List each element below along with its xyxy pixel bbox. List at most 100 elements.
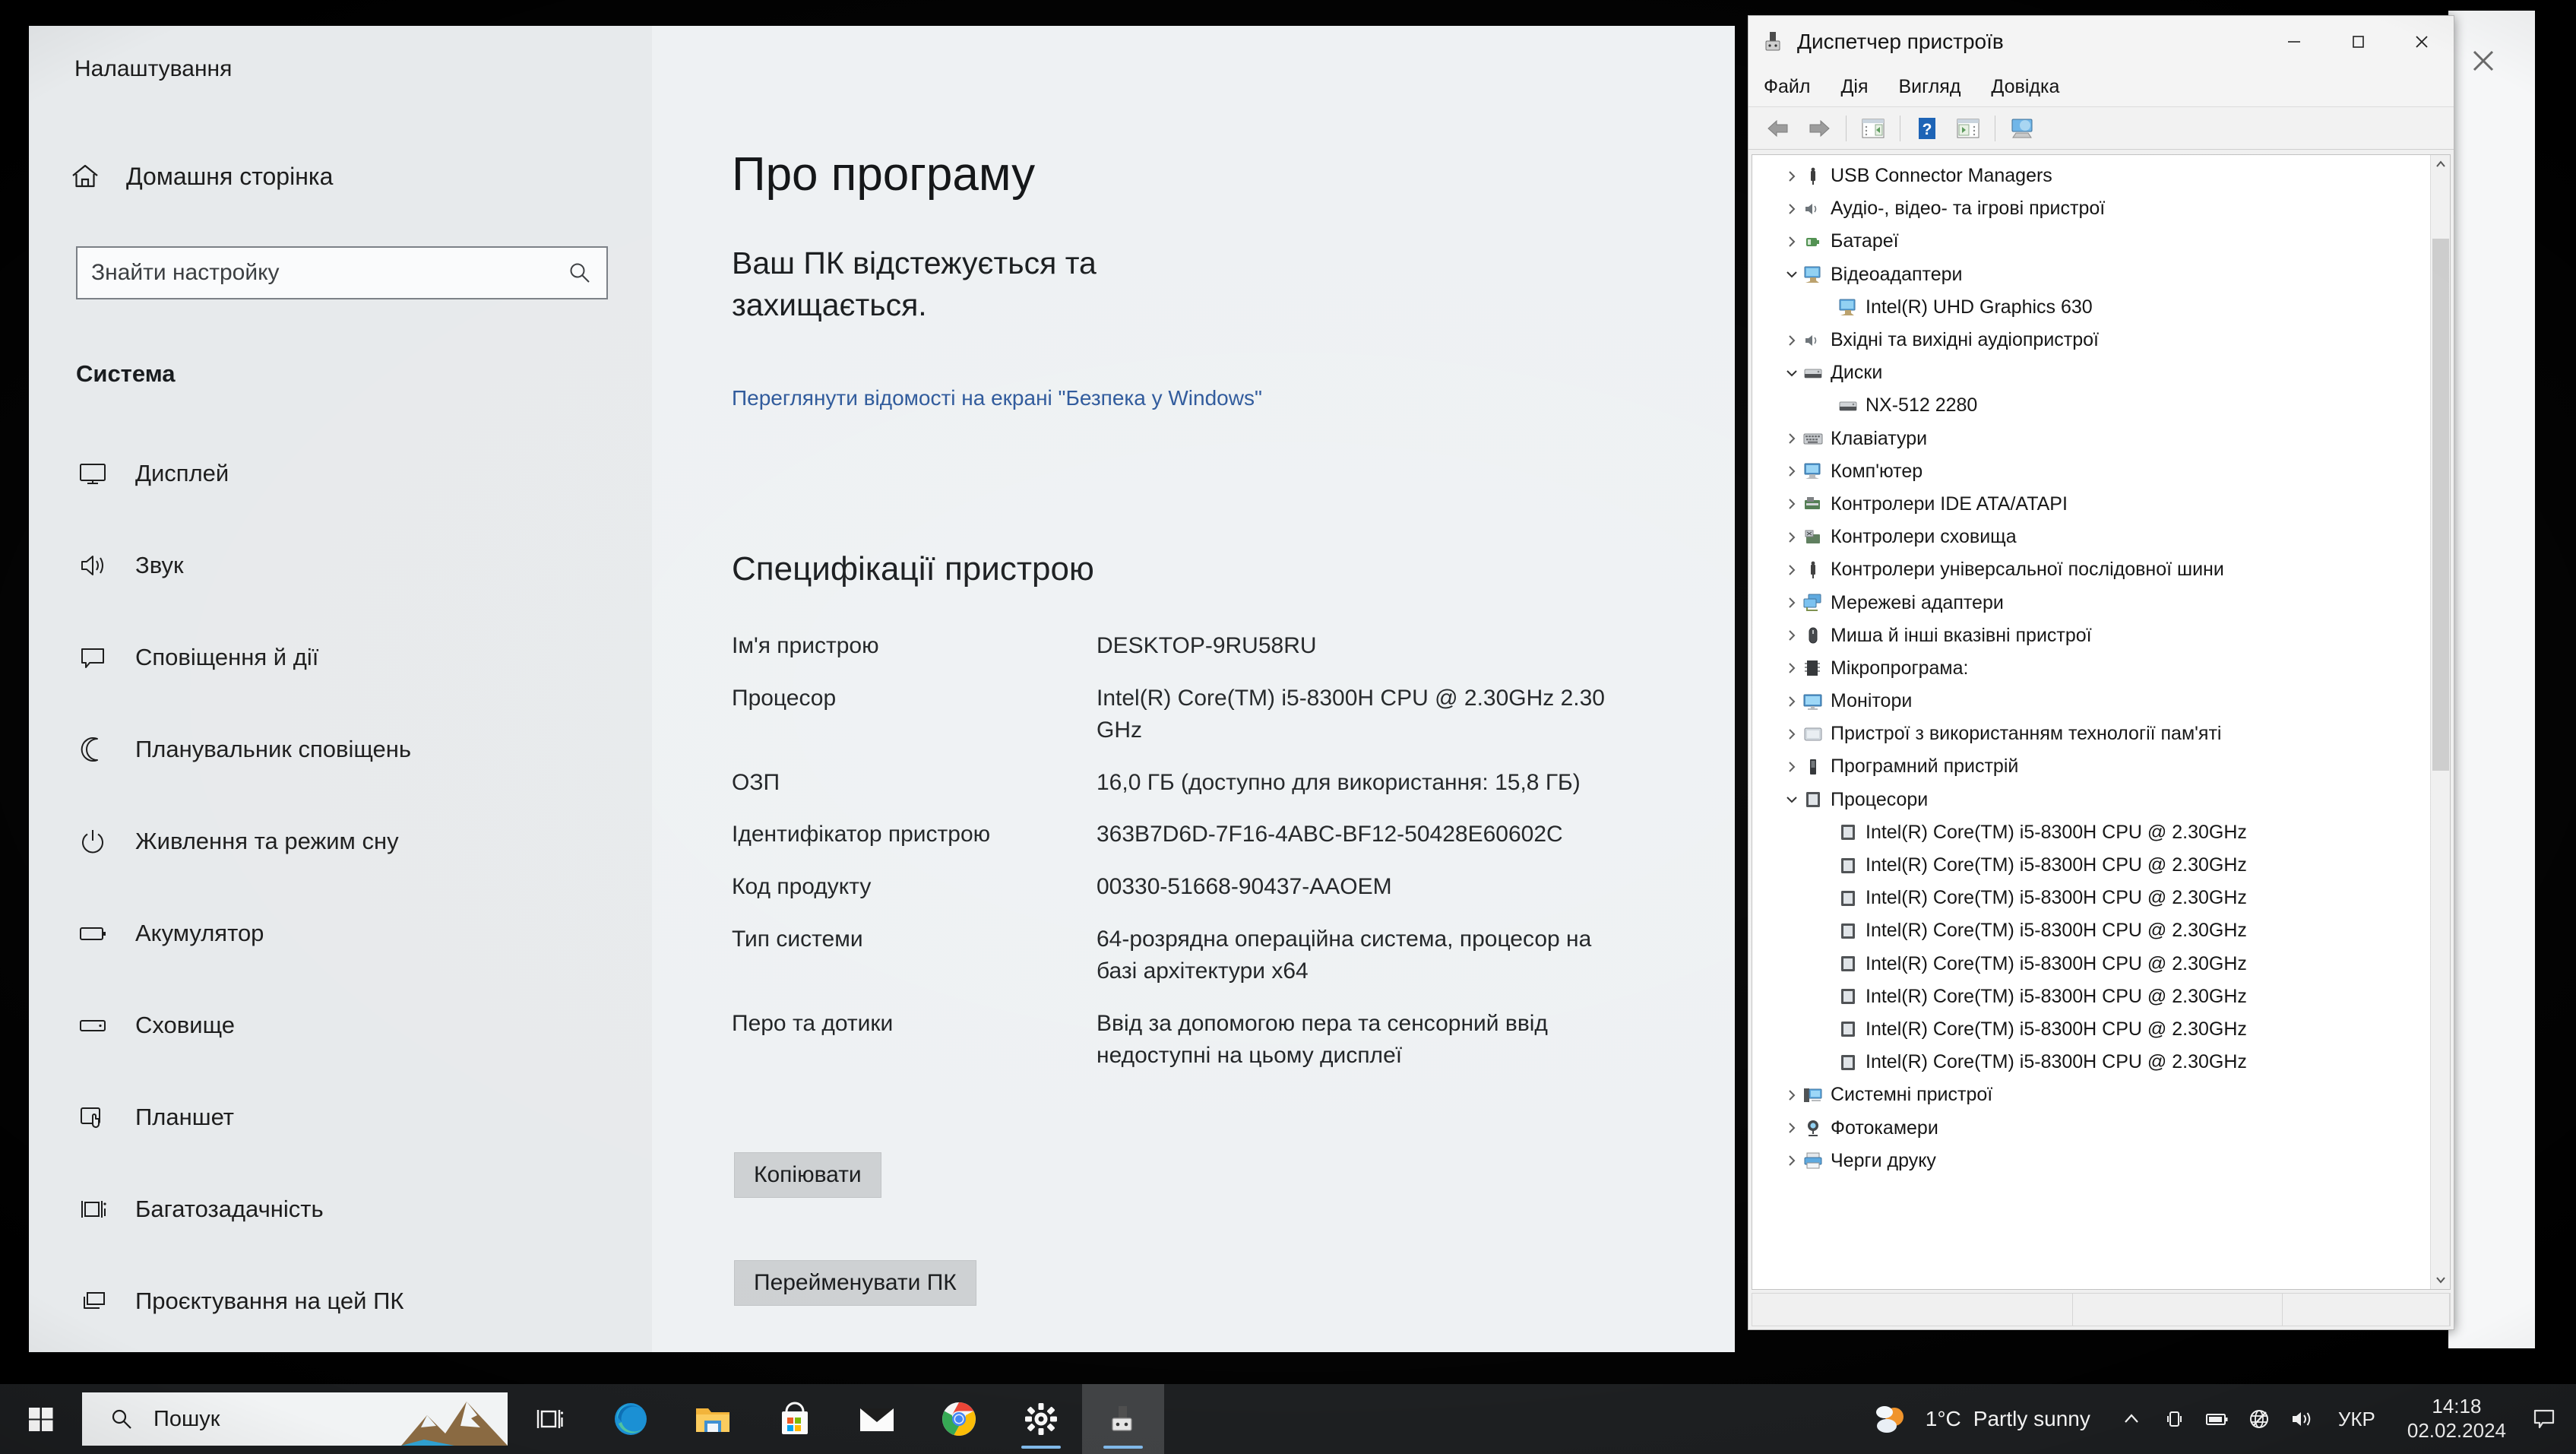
weather-widget[interactable]: 1°C Partly sunny xyxy=(1854,1402,2110,1437)
device-tree-item[interactable]: Диски xyxy=(1781,356,2430,389)
device-tree-item[interactable]: Батареї xyxy=(1781,225,2430,258)
phone-link-icon[interactable] xyxy=(2153,1384,2195,1454)
device-tree-item[interactable]: Клавіатури xyxy=(1781,423,2430,455)
device-tree-item[interactable]: Черги друку xyxy=(1781,1145,2430,1177)
sidebar-item-focus-assist[interactable]: Планувальник сповіщень xyxy=(68,727,646,771)
copy-button[interactable]: Копіювати xyxy=(734,1152,881,1198)
device-tree-item[interactable]: Intel(R) Core(TM) i5-8300H CPU @ 2.30GHz xyxy=(1781,1013,2430,1046)
show-hidden-icons-chevron-icon[interactable] xyxy=(2110,1384,2153,1454)
menu-file[interactable]: Файл xyxy=(1764,76,1810,98)
volume-icon[interactable] xyxy=(2280,1384,2323,1454)
scrollbar-thumb[interactable] xyxy=(2432,239,2449,771)
chevron-right-icon[interactable] xyxy=(1781,1121,1802,1135)
device-tree-item[interactable]: Контролери універсальної послідовної шин… xyxy=(1781,553,2430,586)
background-window-close-icon[interactable] xyxy=(2465,43,2502,79)
device-tree-item[interactable]: Intel(R) Core(TM) i5-8300H CPU @ 2.30GHz xyxy=(1781,882,2430,914)
scroll-up-icon[interactable] xyxy=(2431,155,2450,175)
network-disconnected-icon[interactable] xyxy=(2238,1384,2280,1454)
chevron-right-icon[interactable] xyxy=(1781,563,1802,577)
language-indicator[interactable]: УКР xyxy=(2323,1408,2391,1431)
device-tree-item[interactable]: Intel(R) Core(TM) i5-8300H CPU @ 2.30GHz xyxy=(1781,849,2430,882)
rename-pc-button[interactable]: Перейменувати ПК xyxy=(734,1260,976,1306)
sidebar-item-home[interactable]: Домашня сторінка xyxy=(68,155,333,198)
device-tree-item[interactable]: NX-512 2280 xyxy=(1781,389,2430,422)
device-tree-item[interactable]: Системні пристрої xyxy=(1781,1079,2430,1111)
sidebar-item-storage[interactable]: Сховище xyxy=(68,1003,646,1047)
device-manager-taskbar-icon[interactable] xyxy=(1082,1384,1164,1454)
mail-icon[interactable] xyxy=(836,1384,918,1454)
device-tree-item[interactable]: Фотокамери xyxy=(1781,1111,2430,1144)
scan-hardware-icon[interactable] xyxy=(2002,111,2043,146)
device-tree-item[interactable]: Програмний пристрій xyxy=(1781,750,2430,783)
update-driver-icon[interactable] xyxy=(1948,111,1989,146)
device-tree-item[interactable]: Відеоадаптери xyxy=(1781,258,2430,291)
properties-icon[interactable] xyxy=(1853,111,1894,146)
sidebar-item-tablet[interactable]: Планшет xyxy=(68,1095,646,1139)
chevron-right-icon[interactable] xyxy=(1781,531,1802,544)
file-explorer-icon[interactable] xyxy=(672,1384,754,1454)
chevron-right-icon[interactable] xyxy=(1781,202,1802,216)
settings-icon[interactable] xyxy=(1000,1384,1082,1454)
scroll-down-icon[interactable] xyxy=(2431,1269,2450,1289)
task-view-icon[interactable] xyxy=(508,1384,590,1454)
chevron-right-icon[interactable] xyxy=(1781,334,1802,347)
minimize-icon[interactable] xyxy=(2262,16,2326,68)
sidebar-item-power-sleep[interactable]: Живлення та режим сну xyxy=(68,819,646,863)
device-tree-item[interactable]: Мережеві адаптери xyxy=(1781,586,2430,619)
chevron-right-icon[interactable] xyxy=(1781,169,1802,183)
windows-security-link[interactable]: Переглянути відомості на екрані "Безпека… xyxy=(732,383,1294,414)
chevron-right-icon[interactable] xyxy=(1781,596,1802,610)
chevron-right-icon[interactable] xyxy=(1781,727,1802,741)
chevron-down-icon[interactable] xyxy=(1781,366,1802,380)
device-tree-scrollbar[interactable] xyxy=(2430,155,2450,1289)
device-tree-item[interactable]: Контролери IDE ATA/ATAPI xyxy=(1781,488,2430,521)
device-tree-item[interactable]: Intel(R) Core(TM) i5-8300H CPU @ 2.30GHz xyxy=(1781,1046,2430,1079)
sidebar-item-multitasking[interactable]: Багатозадачність xyxy=(68,1187,646,1231)
clock[interactable]: 14:18 02.02.2024 xyxy=(2391,1395,2523,1443)
device-tree-item[interactable]: Вхідні та вихідні аудіопристрої xyxy=(1781,324,2430,356)
device-tree-item[interactable]: Intel(R) Core(TM) i5-8300H CPU @ 2.30GHz xyxy=(1781,980,2430,1013)
device-tree-item[interactable]: Пристрої з використанням технології пам'… xyxy=(1781,717,2430,750)
device-tree-item[interactable]: Мікропрограма: xyxy=(1781,652,2430,685)
chevron-right-icon[interactable] xyxy=(1781,760,1802,774)
device-tree-item[interactable]: Intel(R) Core(TM) i5-8300H CPU @ 2.30GHz xyxy=(1781,914,2430,947)
device-tree-item[interactable]: Монітори xyxy=(1781,685,2430,717)
chevron-down-icon[interactable] xyxy=(1781,793,1802,806)
chevron-right-icon[interactable] xyxy=(1781,464,1802,478)
edge-icon[interactable] xyxy=(590,1384,672,1454)
menu-help[interactable]: Довідка xyxy=(1991,76,2059,98)
sidebar-item-display[interactable]: Дисплей xyxy=(68,451,646,495)
device-tree-item[interactable]: Процесори xyxy=(1781,784,2430,816)
battery-tray-icon[interactable] xyxy=(2195,1384,2238,1454)
chevron-right-icon[interactable] xyxy=(1781,629,1802,642)
chevron-right-icon[interactable] xyxy=(1781,235,1802,249)
chevron-right-icon[interactable] xyxy=(1781,1088,1802,1102)
chevron-down-icon[interactable] xyxy=(1781,268,1802,281)
device-tree-item[interactable]: Комп'ютер xyxy=(1781,455,2430,488)
chevron-right-icon[interactable] xyxy=(1781,661,1802,675)
maximize-icon[interactable] xyxy=(2326,16,2390,68)
device-tree-item[interactable]: Intel(R) UHD Graphics 630 xyxy=(1781,291,2430,324)
sidebar-item-projecting[interactable]: Проєктування на цей ПК xyxy=(68,1279,646,1323)
help-icon[interactable]: ? xyxy=(1907,111,1948,146)
taskbar-search-box[interactable]: Пошук xyxy=(82,1392,508,1446)
close-icon[interactable] xyxy=(2390,16,2454,68)
back-arrow-icon[interactable] xyxy=(1758,111,1799,146)
chevron-right-icon[interactable] xyxy=(1781,695,1802,708)
forward-arrow-icon[interactable] xyxy=(1799,111,1840,146)
microsoft-store-icon[interactable] xyxy=(754,1384,836,1454)
sidebar-item-sound[interactable]: Звук xyxy=(68,543,646,587)
chevron-right-icon[interactable] xyxy=(1781,1154,1802,1167)
device-tree-item[interactable]: Intel(R) Core(TM) i5-8300H CPU @ 2.30GHz xyxy=(1781,948,2430,980)
device-tree-item[interactable]: Миша й інші вказівні пристрої xyxy=(1781,619,2430,652)
device-tree-item[interactable]: Аудіо-, відео- та ігрові пристрої xyxy=(1781,192,2430,225)
sidebar-item-notifications[interactable]: Сповіщення й дії xyxy=(68,635,646,679)
settings-search-input[interactable]: Знайти настройку xyxy=(76,246,608,299)
chevron-right-icon[interactable] xyxy=(1781,497,1802,511)
device-manager-titlebar[interactable]: Диспетчер пристроїв xyxy=(1748,16,2454,68)
menu-view[interactable]: Вигляд xyxy=(1899,76,1961,98)
device-tree-item[interactable]: Intel(R) Core(TM) i5-8300H CPU @ 2.30GHz xyxy=(1781,816,2430,849)
chevron-right-icon[interactable] xyxy=(1781,432,1802,445)
notification-center-icon[interactable] xyxy=(2523,1384,2565,1454)
windows-start-icon[interactable] xyxy=(0,1384,82,1454)
